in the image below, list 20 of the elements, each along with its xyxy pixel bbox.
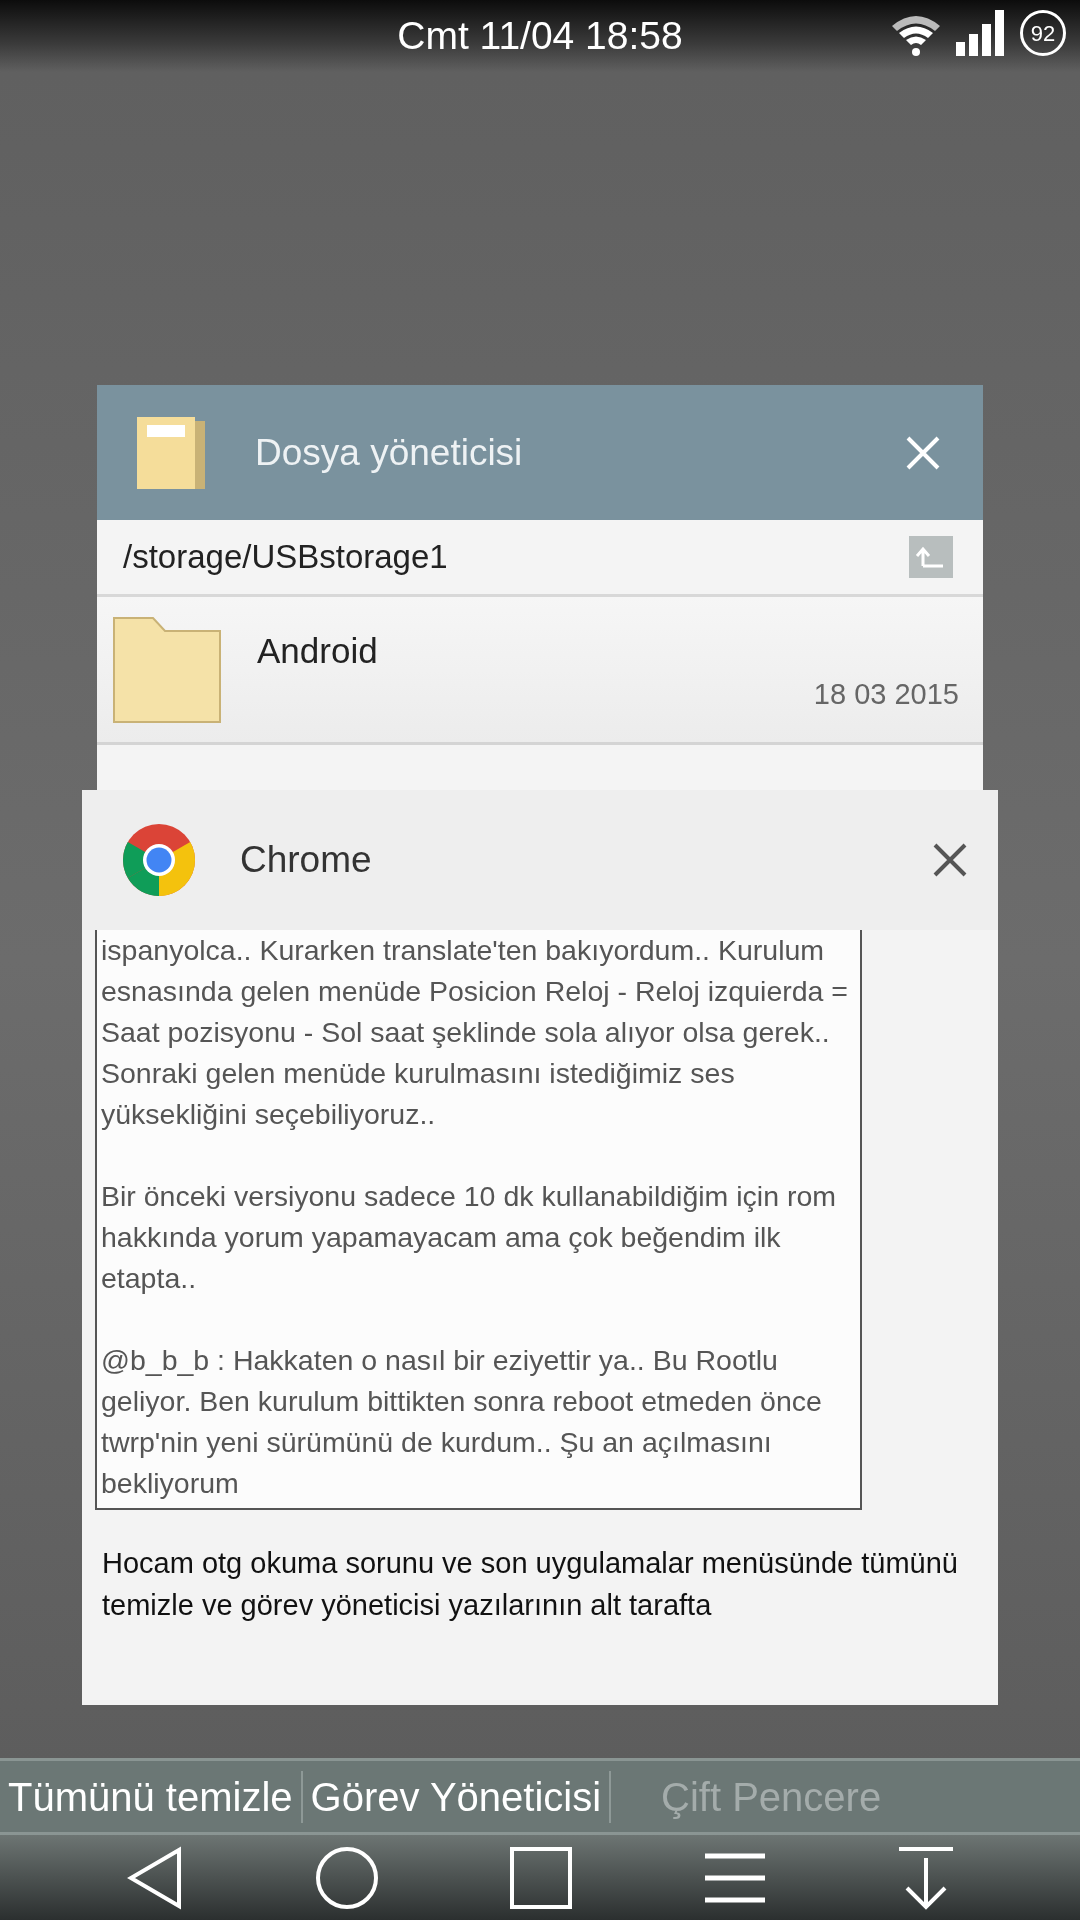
battery-indicator: 92 [1020, 10, 1066, 56]
app-title: Chrome [240, 838, 373, 883]
download-icon[interactable] [897, 1845, 955, 1910]
quote-paragraph: Bir önceki versiyonu sadece 10 dk kullanabildiğim için rom hakkında yorum yapamayacam ama çok beğendim ilk etapta.. [101, 1179, 838, 1296]
recents-icon[interactable] [509, 1845, 573, 1910]
action-button[interactable]: Tümünü temizle [0, 1776, 301, 1817]
folder-date: 18 03 2015 [813, 676, 959, 712]
folder-icon [137, 416, 207, 489]
quote-paragraph: ispanyolca.. Kurarken translate'ten bakıyordum.. Kurulum esnasında gelen menüde Posicion Reloj - Reloj izquierda = Saat pozisyonu - Sol saat şeklinde sola alıyor olsa gerek.. Sonraki gelen menüde kurulmasını istediğimiz ses yüksekliğini seçebiliyoruz.. [101, 933, 849, 1132]
folder-name: Android [257, 630, 378, 672]
action-button[interactable]: Görev Yöneticisi [302, 1776, 610, 1817]
comment-text: Hocam otg okuma sorunu ve son uygulamalar menüsünde tümünü temizle ve görev yöneticisi yazılarının alt tarafta [101, 1546, 959, 1623]
quote-paragraph: @b_b_b : Hakkaten o nasıl bir eziyettir ya.. Bu Rootlu geliyor. Ben kurulum bittikten sonra reboot etmeden önce twrp'nin yeni sürümünü de kurdum.. Şu an açılmasını bekliyorum [101, 1343, 823, 1501]
browser-logo-icon [122, 823, 196, 897]
folder-path: /storage/USBstorage1 [123, 537, 448, 578]
folder-icon [113, 617, 221, 723]
home-icon[interactable] [315, 1845, 379, 1910]
menu-icon[interactable] [703, 1851, 767, 1904]
app-title: Dosya yöneticisi [255, 430, 524, 475]
status-clock: Cmt 11/04 18:58 [397, 12, 683, 59]
